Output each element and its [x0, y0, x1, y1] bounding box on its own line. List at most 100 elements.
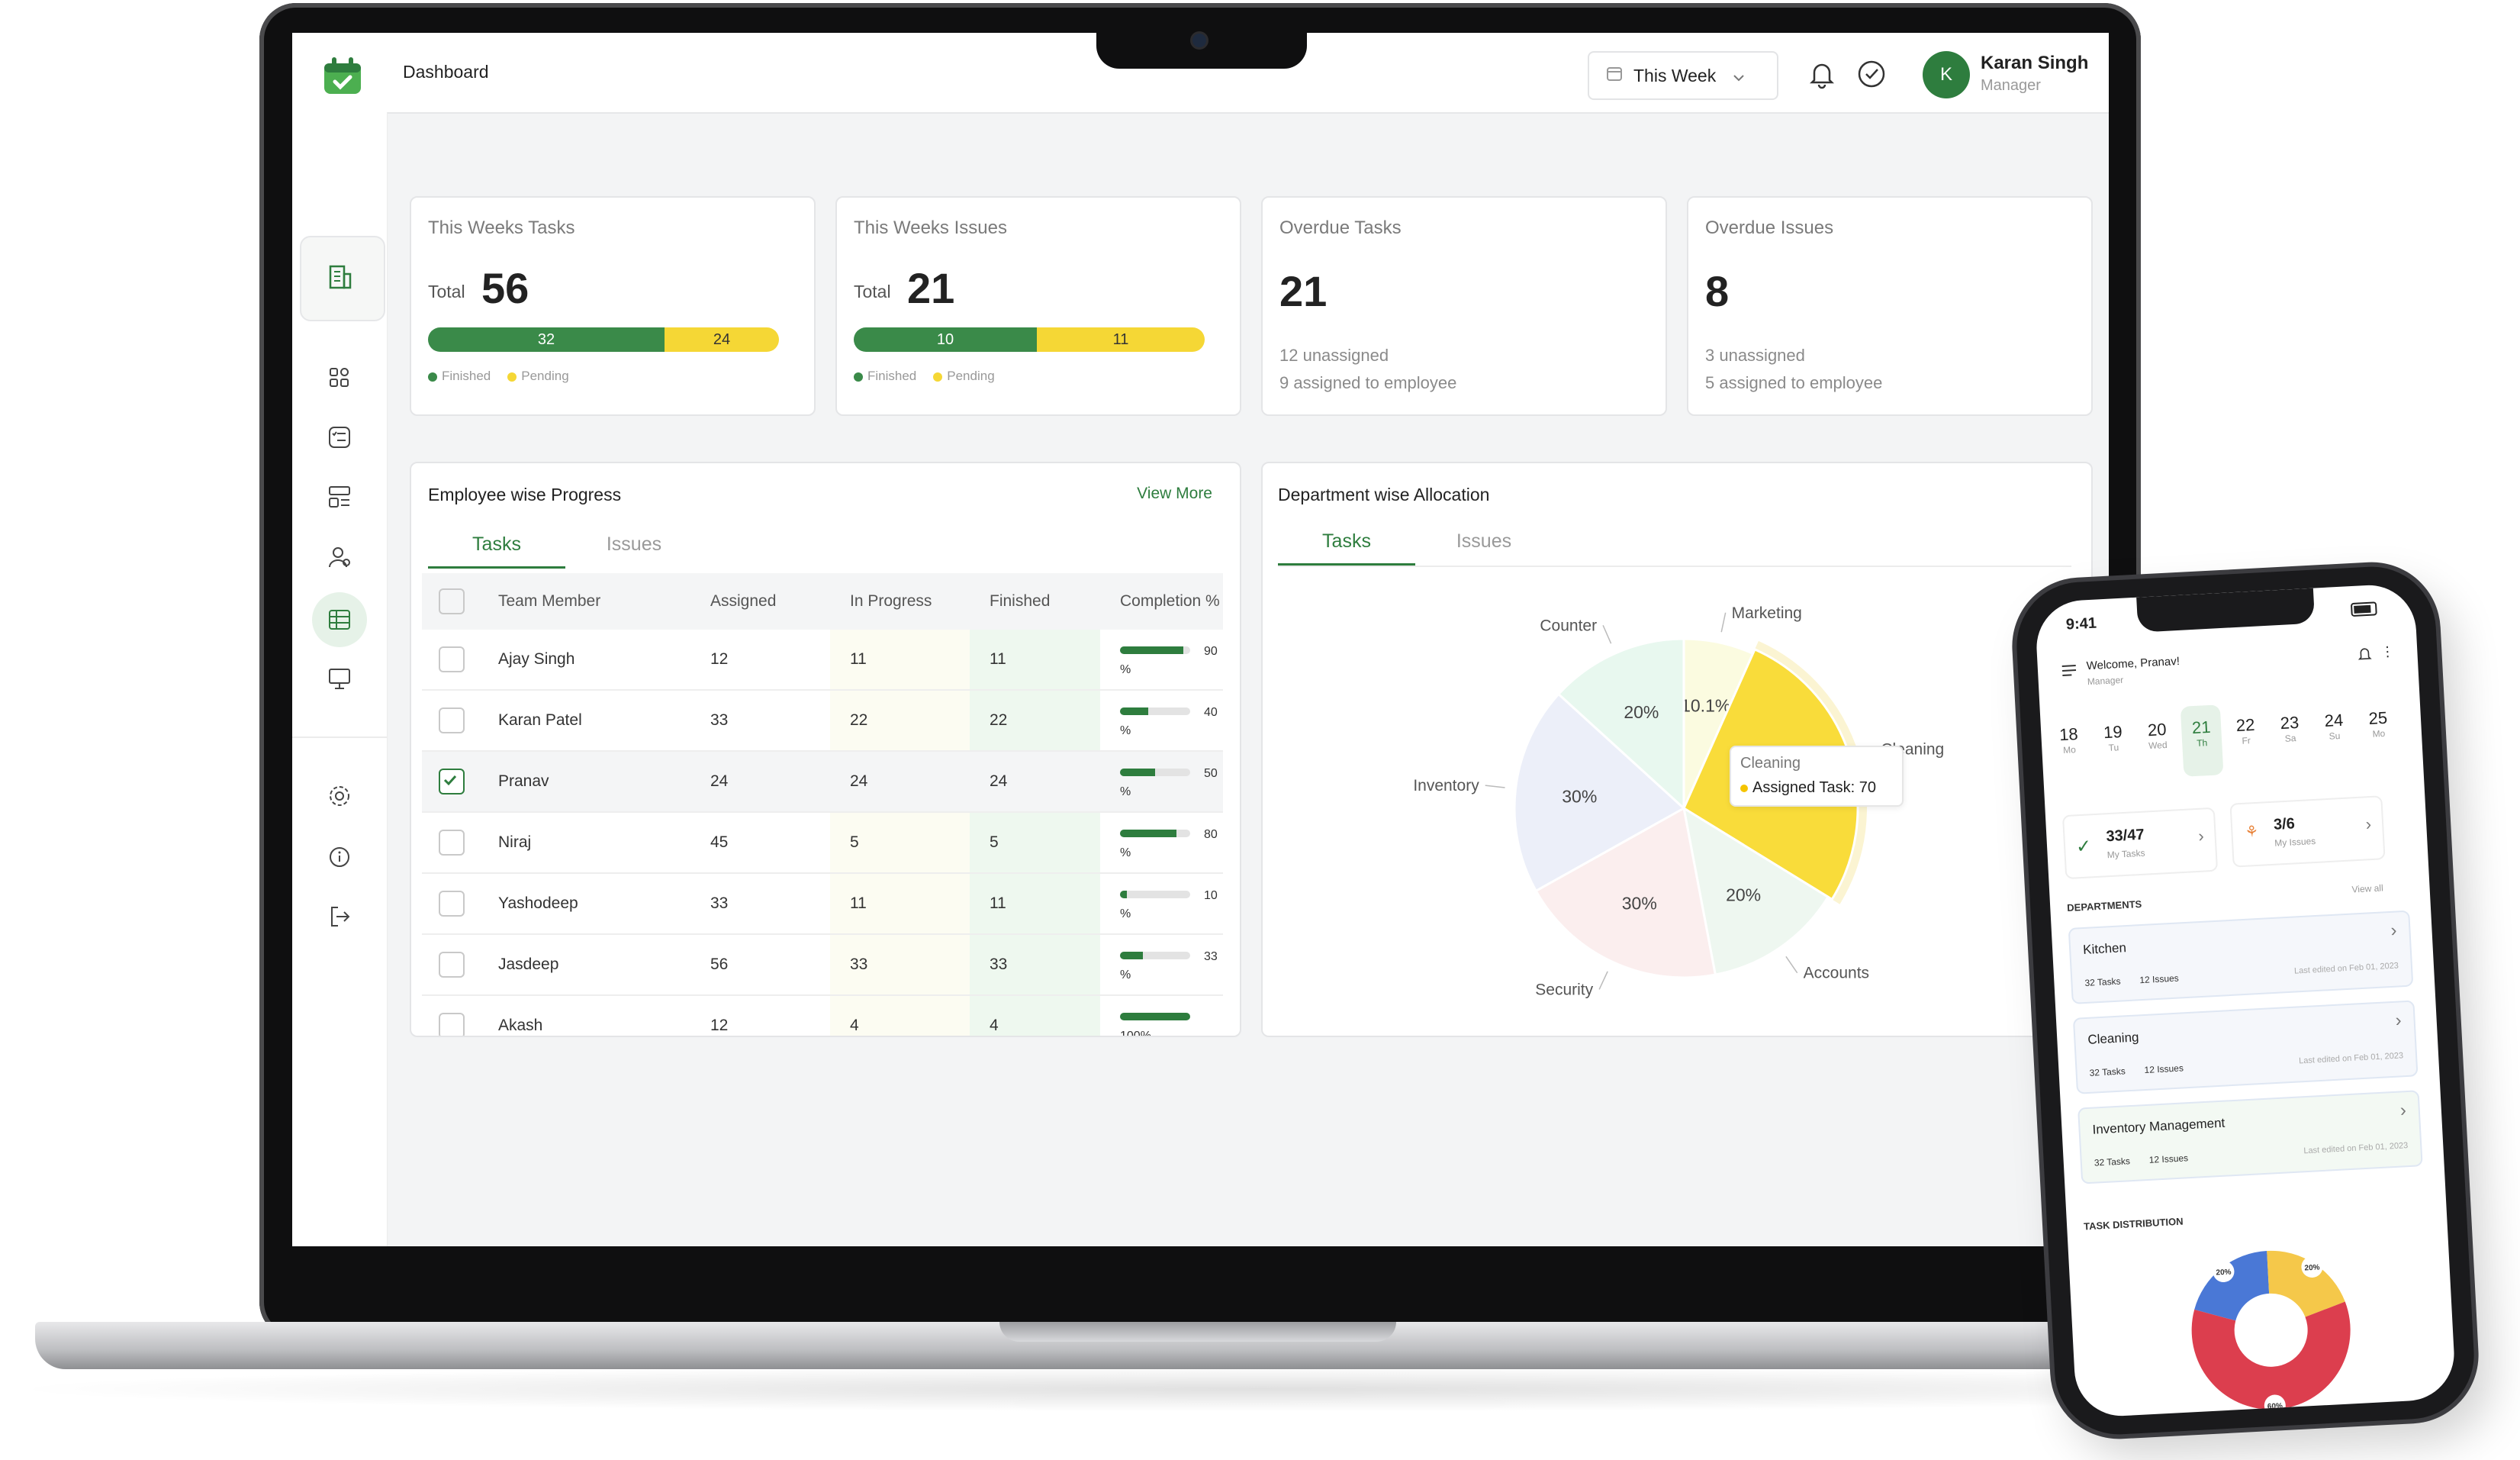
- department-card[interactable]: Inventory Management › 32 Tasks 12 Issues La…: [2077, 1090, 2423, 1184]
- checkbox[interactable]: [439, 646, 465, 672]
- date-item[interactable]: 24 Su: [2312, 698, 2356, 770]
- department-tasks: 32 Tasks: [2084, 975, 2121, 988]
- bell-icon[interactable]: [2357, 646, 2372, 666]
- col-team-member: Team Member: [497, 573, 710, 630]
- department-pie-chart: 10.1%Marketing40.9%Cleaning20%Accounts30…: [1413, 604, 1944, 999]
- completion-bar: [1120, 646, 1190, 655]
- view-all-link[interactable]: View all: [2351, 882, 2383, 894]
- logout-icon[interactable]: [326, 903, 353, 930]
- tooltip-title: Cleaning: [1740, 755, 1801, 772]
- col-completion: Completion %: [1100, 573, 1223, 630]
- total-value: 21: [907, 264, 955, 312]
- date-item[interactable]: 18 Mo: [2048, 711, 2091, 784]
- department-edited: Last edited on Feb 01, 2023: [2298, 1051, 2404, 1066]
- tab-issues[interactable]: Issues: [1415, 530, 1553, 566]
- more-icon[interactable]: ⋮: [2380, 643, 2395, 660]
- table-icon: [326, 606, 353, 633]
- tab-tasks[interactable]: Tasks: [428, 533, 565, 569]
- department-issues: 12 Issues: [2144, 1062, 2184, 1076]
- info-icon[interactable]: [326, 843, 353, 871]
- weekly-tasks-card[interactable]: This Weeks Tasks Total 56 32 24 Finished…: [410, 196, 816, 416]
- avatar[interactable]: K: [1923, 51, 1970, 98]
- view-more-link[interactable]: View More: [1137, 485, 1212, 503]
- app-logo-icon[interactable]: [321, 56, 364, 95]
- period-dropdown[interactable]: This Week: [1588, 51, 1778, 100]
- users-icon[interactable]: [326, 544, 353, 572]
- date-day: 25: [2367, 707, 2388, 729]
- menu-icon[interactable]: [2061, 663, 2078, 682]
- checkbox[interactable]: [439, 769, 465, 794]
- tab-issues[interactable]: Issues: [565, 533, 703, 569]
- donut-slice-blue[interactable]: [2191, 1250, 2270, 1323]
- weekly-issues-card[interactable]: This Weeks Issues Total 21 10 11 Finishe…: [835, 196, 1241, 416]
- table-row[interactable]: Jasdeep 56 33 33 33 %: [422, 934, 1223, 996]
- checkbox[interactable]: [439, 707, 465, 733]
- finished-segment: 10: [854, 327, 1037, 352]
- date-item[interactable]: 25 Mo: [2357, 695, 2400, 768]
- date-item[interactable]: 19 Tu: [2092, 709, 2135, 782]
- table-row[interactable]: Akash 12 4 4 100%: [422, 995, 1223, 1037]
- department-card[interactable]: Kitchen › 32 Tasks 12 Issues Last edited on …: [2068, 910, 2414, 1004]
- table-row[interactable]: Karan Patel 33 22 22 40 %: [422, 690, 1223, 752]
- checkbox[interactable]: [439, 1013, 465, 1036]
- overdue-tasks-card[interactable]: Overdue Tasks 21 12 unassigned 9 assigne…: [1261, 196, 1667, 416]
- gear-icon[interactable]: [326, 782, 353, 810]
- checkbox[interactable]: [439, 891, 465, 917]
- in-progress-count: 22: [830, 690, 970, 752]
- employee-tabs: Tasks Issues: [428, 533, 703, 569]
- department-tasks: 32 Tasks: [2089, 1065, 2126, 1078]
- assigned-count: 33: [710, 873, 830, 935]
- legend: Finished Pending: [854, 369, 995, 384]
- user-name: Karan Singh: [1981, 53, 2089, 73]
- assigned-count: 45: [710, 812, 830, 874]
- check-circle-icon[interactable]: [1856, 59, 1887, 93]
- date-item[interactable]: 23 Sa: [2269, 700, 2312, 772]
- completion-fill: [1120, 646, 1183, 655]
- presentation-icon[interactable]: [326, 665, 353, 692]
- row-checkbox[interactable]: [422, 630, 497, 691]
- date-day: 23: [2280, 712, 2300, 733]
- col-assigned: Assigned: [710, 573, 830, 630]
- table-row[interactable]: Yashodeep 33 11 11 10 %: [422, 873, 1223, 935]
- row-checkbox[interactable]: [422, 873, 497, 935]
- completion-cell: 40 %: [1100, 690, 1223, 752]
- grid-apps-icon[interactable]: [326, 364, 353, 392]
- tab-tasks[interactable]: Tasks: [1278, 530, 1415, 566]
- phone-screen: 9:41 Welcome, Pranav! Manager ⋮ 18 Mo 19 Tu…: [2034, 582, 2457, 1419]
- completion-percent: 100%: [1120, 1030, 1151, 1037]
- date-item[interactable]: 22 Fr: [2225, 702, 2268, 775]
- finished-count: 4: [970, 995, 1100, 1036]
- departments-heading: DEPARTMENTS: [2066, 898, 2142, 914]
- select-all-checkbox[interactable]: [439, 588, 465, 614]
- checkbox[interactable]: [439, 830, 465, 856]
- date-weekday: Tu: [2108, 742, 2119, 753]
- donut-value-label: 60%: [2267, 1402, 2283, 1411]
- task-list-icon[interactable]: [326, 424, 353, 451]
- date-item[interactable]: 21 Th: [2180, 704, 2224, 777]
- date-day: 21: [2191, 717, 2212, 738]
- row-checkbox[interactable]: [422, 812, 497, 874]
- slice-category-label: Marketing: [1732, 604, 1802, 622]
- department-card[interactable]: Cleaning › 32 Tasks 12 Issues Last edited on…: [2072, 1000, 2419, 1094]
- completion-bar: [1120, 707, 1190, 716]
- row-checkbox[interactable]: [422, 934, 497, 996]
- leader-line: [1485, 785, 1505, 788]
- overdue-issues-card[interactable]: Overdue Issues 8 3 unassigned 5 assigned…: [1687, 196, 2093, 416]
- my-issues-card[interactable]: ⚘ 3/6 My Issues ›: [2229, 795, 2386, 868]
- department-tabs: Tasks Issues: [1278, 530, 1553, 566]
- checkbox[interactable]: [439, 952, 465, 978]
- date-item[interactable]: 20 Wed: [2136, 707, 2180, 779]
- member-name: Ajay Singh: [497, 630, 710, 691]
- table-row[interactable]: Pranav 24 24 24 50 %: [422, 751, 1223, 813]
- layout-icon[interactable]: [326, 483, 353, 511]
- tooltip-value: Assigned Task: 70: [1740, 779, 1876, 797]
- bell-icon[interactable]: [1807, 59, 1837, 93]
- table-row[interactable]: Niraj 45 5 5 80 %: [422, 812, 1223, 874]
- completion-cell: 100%: [1100, 995, 1223, 1037]
- legend-pending: Pending: [507, 369, 569, 384]
- my-tasks-card[interactable]: ✓ 33/47 My Tasks ›: [2061, 807, 2219, 880]
- table-row[interactable]: Ajay Singh 12 11 11 90 %: [422, 630, 1223, 691]
- row-checkbox[interactable]: [422, 995, 497, 1036]
- row-checkbox[interactable]: [422, 751, 497, 813]
- row-checkbox[interactable]: [422, 690, 497, 752]
